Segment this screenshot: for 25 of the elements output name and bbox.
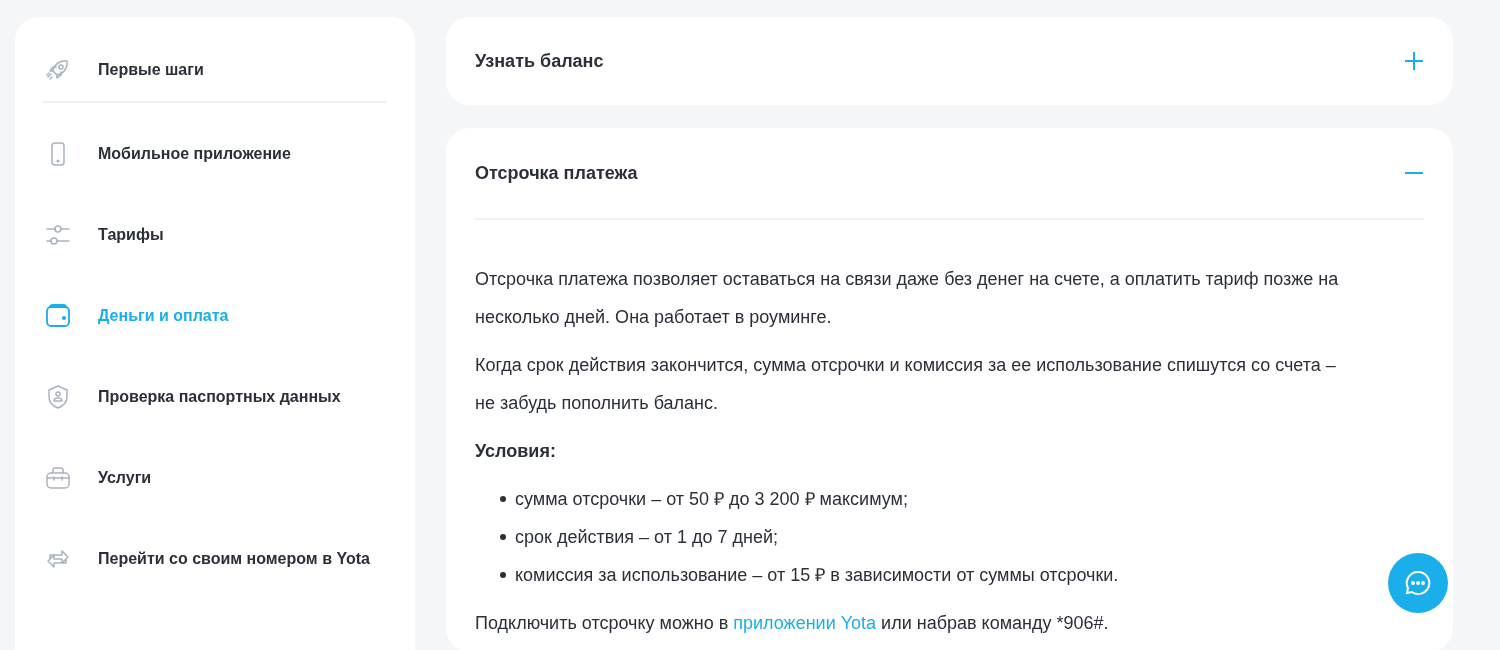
sidebar-item[interactable]: Проверка паспортных данных xyxy=(43,367,387,427)
bag-icon xyxy=(45,465,71,491)
sidebar-item[interactable]: Мобильное приложение xyxy=(43,124,387,184)
list-item: комиссия за использование – от 15 ₽ в зависимости от суммы отсрочки. xyxy=(515,564,1119,587)
sidebar-item[interactable]: Перейти со своим номером в Yota xyxy=(43,529,387,589)
wallet-icon xyxy=(45,303,71,329)
plus-icon[interactable] xyxy=(1404,51,1424,71)
list-item: срок действия – от 1 до 7 дней; xyxy=(515,526,778,549)
bullet-icon xyxy=(500,496,506,502)
sidebar-item[interactable]: Тарифы xyxy=(43,205,387,265)
accordion-title[interactable]: Отсрочка платежа xyxy=(475,162,638,184)
list-item: сумма отсрочки – от 50 ₽ до 3 200 ₽ максимум; xyxy=(515,488,908,511)
rocket-icon xyxy=(45,57,71,83)
paragraph: Отсрочка платежа позволяет оставаться на связи даже без денег на счете, а оплатить тариф позже на несколько дней. Она работает в роуминге. xyxy=(475,268,1340,329)
paragraph: Когда срок действия закончится, сумма отсрочки и комиссия за ее использование спишутся со счета – не забудь пополнить баланс. xyxy=(475,354,1337,415)
sidebar-item[interactable]: Первые шаги xyxy=(43,39,387,101)
bullet-icon xyxy=(500,572,506,578)
shield-icon xyxy=(45,384,71,410)
chat-icon xyxy=(1404,569,1432,597)
accordion-title[interactable]: Узнать баланс xyxy=(475,50,604,72)
section-heading: Условия: xyxy=(475,440,557,463)
sidebar-item[interactable]: Услуги xyxy=(43,448,387,508)
sliders-icon xyxy=(45,222,71,248)
paragraph: Подключить отсрочку можно в приложении Yota или набрав команду *906#. xyxy=(475,612,1110,635)
bullet-icon xyxy=(500,534,506,540)
